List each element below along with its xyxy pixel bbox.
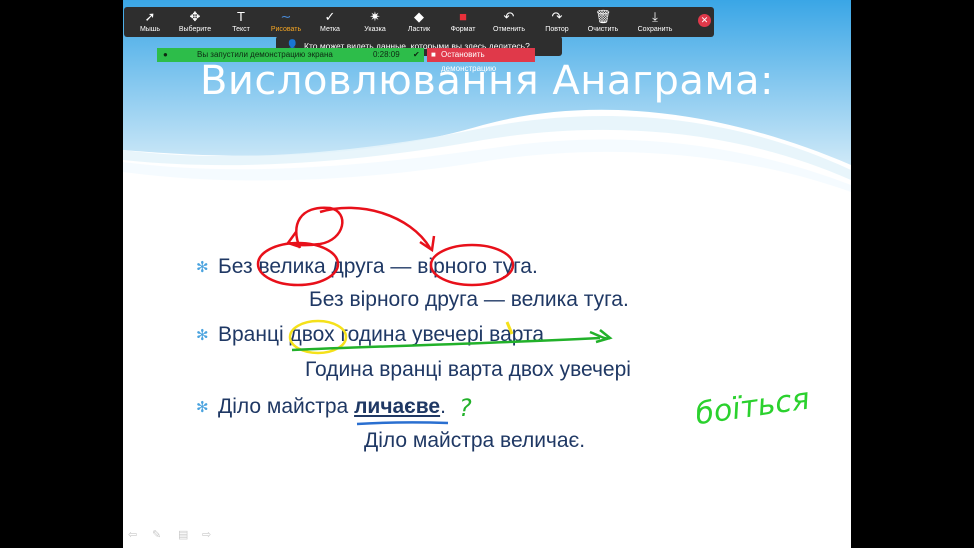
shield-check-icon: ✔ xyxy=(413,50,420,59)
share-status: ● Вы запустили демонстрацию экрана 0:28:… xyxy=(157,48,424,62)
bullet-text-3-prefix: Діло майстра xyxy=(218,395,355,418)
tool-label: Сохранить xyxy=(637,26,673,33)
annotation-toolbar: ➚ Мышь ✥ Выберите T Текст ∼ Рисовать ✓ Метка ✷ Указ… xyxy=(124,7,714,37)
stamp-icon: ✓ xyxy=(324,9,336,24)
tool-eraser-button[interactable]: ◆ Ластик xyxy=(396,7,442,37)
bullet-line-2: ✻ Вранці двох година увечері варта xyxy=(196,323,545,347)
tool-stamp-button[interactable]: ✓ Метка xyxy=(307,7,353,37)
tool-label: Отменить xyxy=(493,26,525,33)
tool-label: Текст xyxy=(232,26,250,33)
presentation-slide: Висловлювання Анаграма: ✻ Без велика дру… xyxy=(123,0,851,548)
tool-undo-button[interactable]: ↶ Отменить xyxy=(486,7,532,37)
spotlight-icon: ✷ xyxy=(369,9,381,24)
tool-label: Выберите xyxy=(178,26,212,33)
tool-label: Повтор xyxy=(545,26,569,33)
tool-label: Рисовать xyxy=(270,26,302,33)
tool-label: Очистить xyxy=(587,26,619,33)
previous-slide-icon[interactable]: ⇦ xyxy=(128,528,137,541)
tool-draw-button[interactable]: ∼ Рисовать xyxy=(263,7,309,37)
close-icon[interactable]: ✕ xyxy=(698,14,711,27)
tool-label: Мышь xyxy=(139,26,161,33)
bullet-marker: ✻ xyxy=(196,399,209,416)
draw-icon: ∼ xyxy=(280,9,292,24)
slide-navigation: ⇦ ✎ ▤ ⇨ xyxy=(128,528,228,542)
bullet-line-3: ✻ Діло майстра личаєве. xyxy=(196,395,446,419)
move-icon: ✥ xyxy=(189,9,201,24)
slides-menu-icon[interactable]: ▤ xyxy=(178,528,188,541)
share-timer: 0:28:09 xyxy=(373,50,400,59)
stop-icon: ■ xyxy=(431,50,436,59)
bullet-text-1: Без велика друга — вірного туга. xyxy=(218,255,538,278)
share-dot-icon: ● xyxy=(163,50,168,59)
tool-label: Указка xyxy=(364,26,386,33)
bullet-marker: ✻ xyxy=(196,327,209,344)
tool-label: Ластик xyxy=(407,26,431,33)
bullet-line-1: ✻ Без велика друга — вірного туга. xyxy=(196,255,538,279)
format-icon: ■ xyxy=(459,9,467,24)
bullet-text-3-bold: личаєве xyxy=(354,395,441,418)
redo-icon: ↷ xyxy=(551,9,563,24)
bullet-marker: ✻ xyxy=(196,259,209,276)
undo-icon: ↶ xyxy=(503,9,515,24)
share-status-text: Вы запустили демонстрацию экрана xyxy=(197,50,333,59)
tool-mouse-pointer-button[interactable]: ➚ Мышь xyxy=(127,7,173,37)
tool-format-button[interactable]: ■ Формат xyxy=(440,7,486,37)
stop-share-button[interactable]: ■ Остановить демонстрацию xyxy=(427,48,535,73)
save-icon: ⤓ xyxy=(652,9,658,24)
bullet-text-3-suffix: . xyxy=(440,395,446,418)
tool-text-button[interactable]: T Текст xyxy=(218,7,264,37)
tool-redo-button[interactable]: ↷ Повтор xyxy=(534,7,580,37)
pen-icon[interactable]: ✎ xyxy=(152,528,161,541)
tool-label: Формат xyxy=(450,26,476,33)
stop-share-label: Остановить демонстрацию xyxy=(441,50,497,73)
tool-trash-button[interactable]: 🗑 Очистить xyxy=(580,7,626,37)
bullet-text-2: Вранці двох година увечері варта xyxy=(218,323,545,346)
mouse-pointer-icon: ➚ xyxy=(144,9,156,24)
sub-line-3: Діло майстра величає. xyxy=(364,429,586,452)
tool-save-button[interactable]: ⤓ Сохранить xyxy=(632,7,678,37)
text-icon: T xyxy=(237,9,245,24)
eraser-icon: ◆ xyxy=(414,9,424,24)
tool-label: Метка xyxy=(320,26,340,33)
sub-line-2: Година вранці варта двох увечері xyxy=(305,358,631,381)
trash-icon: 🗑 xyxy=(594,9,612,24)
next-slide-icon[interactable]: ⇨ xyxy=(202,528,211,541)
sub-line-1: Без вірного друга — велика туга. xyxy=(309,288,629,311)
tool-spotlight-button[interactable]: ✷ Указка xyxy=(352,7,398,37)
tool-move-button[interactable]: ✥ Выберите xyxy=(172,7,218,37)
